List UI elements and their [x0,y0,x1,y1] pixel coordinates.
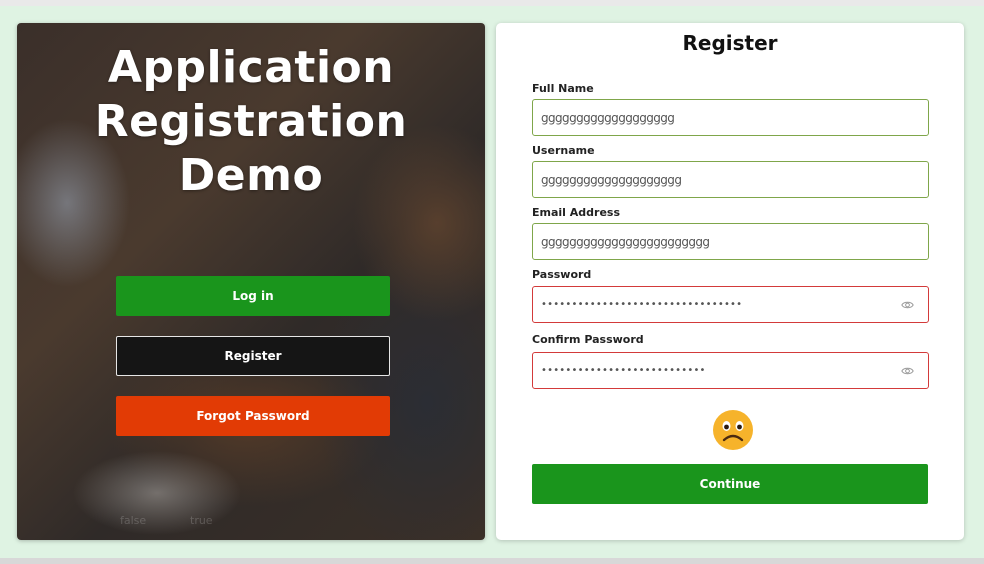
eye-icon[interactable] [901,364,914,377]
username-value: gggggggggggggggggggg [541,172,682,187]
faint-text-true: true [190,514,213,527]
confirm-password-label: Confirm Password [532,333,644,346]
email-label: Email Address [532,206,621,219]
full-name-field[interactable]: ggggggggggggggggggg [532,99,929,136]
username-label: Username [532,144,595,157]
continue-button[interactable]: Continue [532,464,928,504]
email-field[interactable]: gggggggggggggggggggggggg [532,223,929,260]
password-label: Password [532,268,592,281]
confirm-password-field[interactable]: ••••••••••••••••••••••••••• [532,352,929,389]
password-value: ••••••••••••••••••••••••••••••••• [541,299,743,310]
forgot-password-button[interactable]: Forgot Password [116,396,390,436]
register-button[interactable]: Register [116,336,390,376]
eye-icon[interactable] [901,298,914,311]
hero-title: Application Registration Demo [17,41,485,203]
email-value: gggggggggggggggggggggggg [541,234,710,249]
password-field[interactable]: ••••••••••••••••••••••••••••••••• [532,286,929,323]
faint-text-false: false [120,514,147,527]
hero-title-line1: Application [107,42,395,93]
bottom-bar [0,558,984,564]
hero-title-line2: Registration Demo [94,96,408,201]
register-card: Register Full Name ggggggggggggggggggg U… [496,23,964,540]
username-field[interactable]: gggggggggggggggggggg [532,161,929,198]
sad-face-icon [713,410,753,450]
confirm-password-value: ••••••••••••••••••••••••••• [541,365,706,376]
login-button[interactable]: Log in [116,276,390,316]
hero-panel: Application Registration Demo Log in Reg… [17,23,485,540]
form-title: Register [682,31,778,55]
full-name-label: Full Name [532,82,594,95]
full-name-value: ggggggggggggggggggg [541,110,675,125]
